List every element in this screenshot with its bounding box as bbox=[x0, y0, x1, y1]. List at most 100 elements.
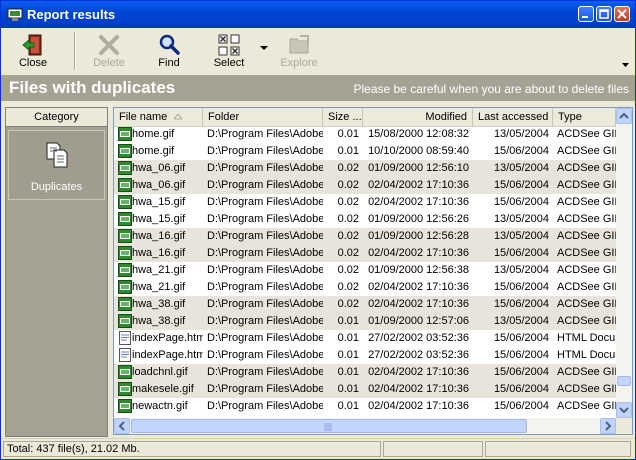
minimize-icon bbox=[582, 16, 588, 18]
file-list[interactable]: File name Folder Size ... Modified Last … bbox=[113, 107, 633, 435]
category-item-duplicates[interactable]: Duplicates bbox=[8, 130, 105, 200]
table-row[interactable]: hwa_38.gif D:\Program Files\Adobe 0.01 01/0… bbox=[114, 313, 616, 330]
chevron-up-icon bbox=[619, 112, 629, 119]
cell-name: newactn.gif bbox=[132, 400, 188, 412]
cell-modified: 01/09/2000 12:56:28 bbox=[368, 230, 469, 242]
explore-button[interactable]: Explore bbox=[277, 28, 321, 74]
report-results-window: Report results Close Delete Find Select … bbox=[0, 0, 636, 460]
scroll-left-button[interactable] bbox=[114, 418, 130, 434]
cell-name: hwa_06.gif bbox=[132, 179, 186, 191]
cell-name: hwa_06.gif bbox=[132, 162, 186, 174]
table-row[interactable]: hwa_06.gif D:\Program Files\Adobe 0.02 01/0… bbox=[114, 160, 616, 177]
cell-accessed: 15/06/2004 bbox=[493, 366, 549, 378]
table-row[interactable]: hwa_06.gif D:\Program Files\Adobe 0.02 02/0… bbox=[114, 177, 616, 194]
cell-folder: D:\Program Files\Adobe bbox=[207, 213, 323, 225]
table-row[interactable]: hwa_38.gif D:\Program Files\Adobe 0.02 02/0… bbox=[114, 296, 616, 313]
cell-accessed: 15/06/2004 bbox=[493, 247, 549, 259]
cell-size: 0.02 bbox=[337, 247, 359, 259]
cell-folder: D:\Program Files\Adobe bbox=[207, 400, 323, 412]
column-header-type[interactable]: Type bbox=[553, 108, 616, 126]
scroll-right-button[interactable] bbox=[600, 418, 616, 434]
table-row[interactable]: indexPage.htm D:\Program Files\Adobe 0.01 2… bbox=[114, 347, 616, 364]
cell-name: indexPage.htm bbox=[132, 332, 203, 344]
maximize-button[interactable] bbox=[596, 6, 612, 22]
table-row[interactable]: hwa_21.gif D:\Program Files\Adobe 0.02 01/0… bbox=[114, 262, 616, 279]
column-header-filename[interactable]: File name bbox=[114, 108, 203, 126]
cell-name: home.gif bbox=[132, 145, 175, 157]
gif-file-icon bbox=[118, 161, 132, 175]
category-item-label: Duplicates bbox=[30, 181, 83, 193]
cell-type: ACDSee GIF bbox=[557, 281, 616, 293]
cell-type: HTML Docu bbox=[557, 349, 616, 361]
cell-size: 0.02 bbox=[337, 230, 359, 242]
select-dropdown-button[interactable] bbox=[257, 28, 271, 74]
cell-name: hwa_15.gif bbox=[132, 196, 186, 208]
table-row[interactable]: hwa_16.gif D:\Program Files\Adobe 0.02 01/0… bbox=[114, 228, 616, 245]
column-header-last-accessed[interactable]: Last accessed bbox=[473, 108, 553, 126]
cell-modified: 01/09/2000 12:56:10 bbox=[368, 162, 469, 174]
horizontal-scroll-thumb[interactable] bbox=[131, 419, 527, 433]
explore-folder-icon bbox=[289, 35, 309, 54]
column-header-modified[interactable]: Modified bbox=[363, 108, 473, 126]
cell-size: 0.02 bbox=[337, 179, 359, 191]
cell-modified: 01/09/2000 12:56:26 bbox=[368, 213, 469, 225]
table-row[interactable]: loadchnl.gif D:\Program Files\Adobe 0.01 02… bbox=[114, 364, 616, 381]
cell-folder: D:\Program Files\Adobe bbox=[207, 179, 323, 191]
scroll-down-button[interactable] bbox=[616, 402, 632, 418]
minimize-button[interactable] bbox=[578, 6, 594, 22]
cell-accessed: 13/05/2004 bbox=[493, 162, 549, 174]
cell-type: ACDSee GIF bbox=[557, 145, 616, 157]
delete-button[interactable]: Delete bbox=[87, 28, 131, 74]
title-bar[interactable]: Report results bbox=[1, 1, 635, 28]
cell-folder: D:\Program Files\Adobe bbox=[207, 264, 323, 276]
scroll-up-button[interactable] bbox=[616, 108, 632, 124]
status-panel-3 bbox=[485, 441, 631, 457]
cell-accessed: 15/06/2004 bbox=[493, 196, 549, 208]
scroll-corner bbox=[616, 418, 632, 434]
table-row[interactable]: makesele.gif D:\Program Files\Adobe 0.01 02… bbox=[114, 381, 616, 398]
cell-name: loadchnl.gif bbox=[132, 366, 188, 378]
cell-accessed: 13/05/2004 bbox=[493, 128, 549, 140]
cell-modified: 27/02/2002 03:52:36 bbox=[368, 349, 469, 361]
close-button[interactable]: Close bbox=[11, 28, 55, 74]
table-row[interactable]: hwa_15.gif D:\Program Files\Adobe 0.02 02/0… bbox=[114, 194, 616, 211]
cell-type: ACDSee GIF bbox=[557, 196, 616, 208]
cell-type: ACDSee GIF bbox=[557, 264, 616, 276]
html-file-icon bbox=[119, 348, 131, 362]
table-row[interactable]: hwa_21.gif D:\Program Files\Adobe 0.02 02/0… bbox=[114, 279, 616, 296]
delete-icon bbox=[99, 35, 119, 55]
horizontal-scrollbar[interactable] bbox=[114, 418, 616, 434]
gif-file-icon bbox=[118, 144, 132, 158]
cell-modified: 10/10/2000 08:59:40 bbox=[368, 145, 469, 157]
table-row[interactable]: hwa_16.gif D:\Program Files\Adobe 0.02 02/0… bbox=[114, 245, 616, 262]
table-row[interactable]: home.gif D:\Program Files\Adobe 0.01 10/10/… bbox=[114, 143, 616, 160]
vertical-scrollbar[interactable] bbox=[616, 108, 632, 418]
cell-modified: 01/09/2000 12:57:06 bbox=[368, 315, 469, 327]
cell-type: ACDSee GIF bbox=[557, 247, 616, 259]
cell-size: 0.01 bbox=[337, 383, 359, 395]
cell-size: 0.01 bbox=[337, 145, 359, 157]
table-row[interactable]: hwa_15.gif D:\Program Files\Adobe 0.02 01/0… bbox=[114, 211, 616, 228]
cell-accessed: 15/06/2004 bbox=[493, 349, 549, 361]
delete-label: Delete bbox=[93, 57, 125, 69]
cell-size: 0.01 bbox=[337, 128, 359, 140]
cell-folder: D:\Program Files\Adobe bbox=[207, 298, 323, 310]
toolbar-overflow-icon[interactable] bbox=[622, 63, 629, 68]
table-row[interactable]: newactn.gif D:\Program Files\Adobe 0.01 02/… bbox=[114, 398, 616, 415]
table-row[interactable]: indexPage.htm D:\Program Files\Adobe 0.01 2… bbox=[114, 330, 616, 347]
close-window-button[interactable] bbox=[614, 6, 630, 22]
find-button[interactable]: Find bbox=[147, 28, 191, 74]
cell-modified: 27/02/2002 03:52:36 bbox=[368, 332, 469, 344]
select-button[interactable]: Select bbox=[207, 28, 251, 74]
vertical-scroll-thumb[interactable] bbox=[617, 376, 631, 386]
table-row[interactable]: home.gif D:\Program Files\Adobe 0.01 15/08/… bbox=[114, 126, 616, 143]
gif-file-icon bbox=[118, 229, 132, 243]
close-icon bbox=[617, 9, 627, 19]
cell-folder: D:\Program Files\Adobe bbox=[207, 332, 323, 344]
cell-modified: 02/04/2002 17:10:36 bbox=[368, 400, 469, 412]
gif-file-icon bbox=[118, 178, 132, 192]
grip-icon bbox=[324, 423, 332, 431]
cell-modified: 01/09/2000 12:56:38 bbox=[368, 264, 469, 276]
column-header-size[interactable]: Size ... bbox=[323, 108, 363, 126]
column-header-folder[interactable]: Folder bbox=[203, 108, 323, 126]
